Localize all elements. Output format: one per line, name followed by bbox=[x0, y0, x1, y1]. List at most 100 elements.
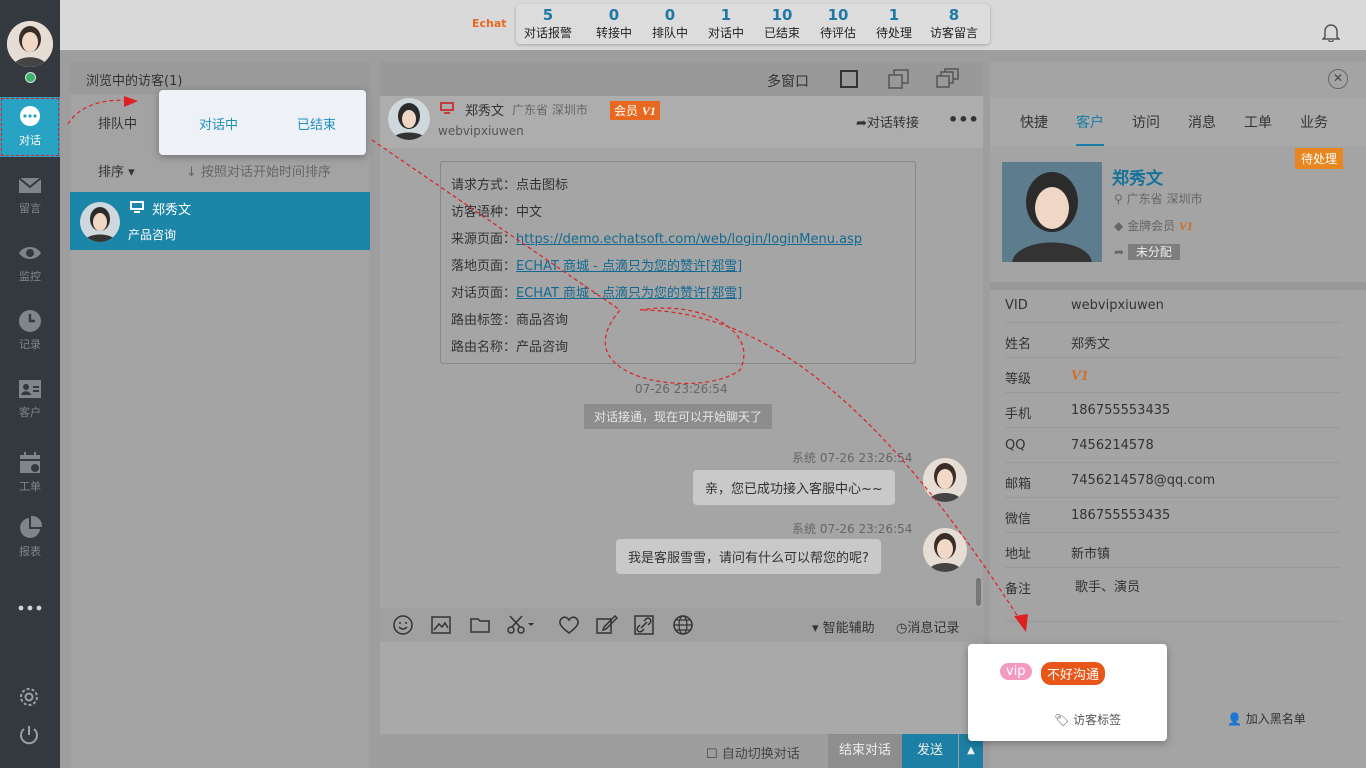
nav-report[interactable]: 报表 bbox=[0, 508, 60, 568]
stat-transferring[interactable]: 0 转接中 bbox=[586, 6, 642, 42]
visitor-tag-button[interactable]: 🏷 访客标签 bbox=[1054, 711, 1121, 728]
tab-quick[interactable]: 快捷 bbox=[1020, 112, 1048, 132]
nav-ticket[interactable]: 工单 bbox=[0, 443, 60, 503]
contact-card-icon bbox=[18, 377, 42, 401]
close-icon[interactable]: ✕ bbox=[1328, 69, 1348, 89]
settings-gear-icon[interactable] bbox=[18, 686, 40, 708]
envelope-icon bbox=[18, 173, 42, 197]
bell-icon[interactable] bbox=[1322, 22, 1340, 42]
message-input[interactable] bbox=[380, 642, 983, 734]
field-vid: VID webvipxiuwen bbox=[1005, 288, 1341, 323]
more-icon[interactable] bbox=[17, 600, 43, 616]
member-badge: 会员 V1 bbox=[610, 101, 660, 120]
chat-page-link[interactable]: ECHAT 商城 - 点滴只为您的赞许[郑雪] bbox=[516, 286, 742, 301]
folder-icon[interactable] bbox=[470, 615, 490, 635]
online-status-icon bbox=[25, 72, 36, 83]
eye-icon bbox=[18, 241, 42, 265]
nav-message[interactable]: 留言 bbox=[0, 165, 60, 225]
tab-chatting[interactable]: 对话中 bbox=[199, 114, 238, 133]
pending-badge: 待处理 bbox=[1295, 148, 1344, 169]
tab-business[interactable]: 业务 bbox=[1300, 112, 1328, 132]
nav-label: 监控 bbox=[19, 270, 41, 283]
chat-timestamp: 07-26 23:26:54 bbox=[635, 382, 728, 396]
field-email: 邮箱 7456214578@qq.com bbox=[1005, 463, 1341, 498]
sort-dropdown[interactable]: 排序 ▾ bbox=[98, 161, 135, 180]
field-address: 地址 新市镇 bbox=[1005, 533, 1341, 568]
diamond-icon: ◆ bbox=[1114, 219, 1124, 233]
stat-chatting[interactable]: 1 对话中 bbox=[698, 6, 754, 42]
power-icon[interactable] bbox=[18, 724, 40, 746]
customer-tabs: 快捷 客户 访问 消息 工单 业务 bbox=[990, 98, 1366, 146]
customer-assign: ➦ 未分配 bbox=[1114, 243, 1180, 260]
image-icon[interactable] bbox=[431, 615, 451, 635]
nav-monitor[interactable]: 监控 bbox=[0, 233, 60, 293]
tab-ticket[interactable]: 工单 bbox=[1244, 112, 1272, 132]
visitor-panel: 浏览中的访客(1) 排队中 排序 ▾ ↓ 按照对话开始时间排序 bbox=[70, 62, 370, 768]
message-bubble: 亲，您已成功接入客服中心~~ bbox=[693, 470, 895, 505]
field-wechat: 微信 186755553435 bbox=[1005, 498, 1341, 533]
link-icon[interactable] bbox=[634, 615, 654, 635]
multi-window-label[interactable]: 多窗口 bbox=[767, 71, 809, 91]
stat-messages[interactable]: 8 访客留言 bbox=[926, 6, 982, 42]
field-level: 等级 V1 bbox=[1005, 358, 1341, 393]
tag-vip[interactable]: vip bbox=[1000, 663, 1032, 680]
system-note: 对话接通，现在可以开始聊天了 bbox=[584, 404, 773, 429]
nav-customer[interactable]: 客户 bbox=[0, 369, 60, 429]
stat-alarm[interactable]: 5 对话报警 bbox=[520, 6, 576, 42]
tag-hard-to-communicate[interactable]: 不好沟通 bbox=[1041, 662, 1106, 685]
tab-message[interactable]: 消息 bbox=[1188, 112, 1216, 132]
nav-chat[interactable]: 对话 bbox=[0, 97, 60, 157]
pie-chart-icon bbox=[18, 516, 42, 540]
nav-label: 工单 bbox=[19, 480, 41, 493]
stat-ended[interactable]: 10 已结束 bbox=[754, 6, 810, 42]
agent-message-avatar bbox=[923, 528, 967, 572]
nav-label: 报表 bbox=[19, 545, 41, 558]
send-button[interactable]: 发送 bbox=[902, 734, 958, 768]
tab-ended[interactable]: 已结束 bbox=[297, 114, 336, 133]
customer-member: ◆ 金牌会员 V1 bbox=[1114, 219, 1193, 233]
heart-icon[interactable] bbox=[558, 615, 580, 635]
customer-location: ⚲ 广东省 深圳市 bbox=[1114, 192, 1203, 206]
info-row: 来源页面：https://demo.echatsoft.com/web/logi… bbox=[451, 232, 863, 247]
triple-window-icon[interactable] bbox=[936, 68, 960, 88]
chat-header: 郑秀文 广东省 深圳市 会员 V1 webvipxiuwen ➦对话转接 ••• bbox=[380, 96, 983, 148]
chat-scrollbar[interactable] bbox=[976, 578, 981, 606]
globe-icon[interactable] bbox=[673, 615, 693, 635]
nav-label: 客户 bbox=[19, 406, 41, 419]
visitor-list-item[interactable]: 郑秀文 产品咨询 bbox=[70, 192, 370, 250]
stat-queued[interactable]: 0 排队中 bbox=[642, 6, 698, 42]
nav-records[interactable]: 记录 bbox=[0, 301, 60, 361]
end-chat-button[interactable]: 结束对话 bbox=[828, 734, 902, 768]
transfer-chat-button[interactable]: ➦对话转接 bbox=[856, 112, 919, 131]
share-icon: ➦ bbox=[1114, 245, 1125, 259]
tab-queue[interactable]: 排队中 bbox=[98, 113, 137, 132]
stat-pending[interactable]: 1 待处理 bbox=[866, 6, 922, 42]
message-history-button[interactable]: ◷消息记录 bbox=[896, 617, 959, 636]
auto-switch-checkbox[interactable]: ☐ 自动切换对话 bbox=[706, 743, 800, 762]
source-page-link[interactable]: https://demo.echatsoft.com/web/login/log… bbox=[516, 232, 862, 247]
chat-window-bar: 多窗口 bbox=[380, 62, 983, 96]
visitor-tag-popup: vip 不好沟通 🏷 访客标签 bbox=[968, 644, 1167, 741]
smart-assist-toggle[interactable]: ▾ 智能辅助 bbox=[812, 617, 875, 636]
chat-visitor-name: 郑秀文 bbox=[465, 104, 505, 119]
single-window-icon[interactable] bbox=[840, 70, 858, 88]
tab-customer[interactable]: 客户 bbox=[1076, 112, 1104, 146]
edit-note-icon[interactable] bbox=[596, 615, 618, 635]
field-remark[interactable]: 备注 歌手、演员 bbox=[1005, 568, 1341, 622]
user-icon: 👤 bbox=[1227, 712, 1242, 726]
customer-name: 郑秀文 bbox=[1112, 169, 1163, 189]
more-options-icon[interactable]: ••• bbox=[948, 110, 979, 129]
tab-visit[interactable]: 访问 bbox=[1132, 112, 1160, 132]
scissors-icon[interactable] bbox=[506, 615, 536, 635]
stats-panel: 5 对话报警 0 转接中 0 排队中 1 对话中 10 已结束 10 待评估 1 待处理 8访… bbox=[516, 4, 990, 44]
chat-bottom-bar: ☐ 自动切换对话 结束对话 发送 ▲ bbox=[380, 734, 983, 768]
stat-to-evaluate[interactable]: 10 待评估 bbox=[810, 6, 866, 42]
message-meta: 系统 07-26 23:26:54 bbox=[792, 522, 913, 536]
landing-page-link[interactable]: ECHAT 商城 - 点滴只为您的赞许[郑雪] bbox=[516, 259, 742, 274]
add-blacklist-button[interactable]: 👤 加入黑名单 bbox=[1227, 710, 1306, 727]
double-window-icon[interactable] bbox=[888, 69, 910, 89]
emoji-icon[interactable] bbox=[393, 615, 413, 635]
agent-avatar[interactable] bbox=[7, 21, 53, 67]
agent-message-avatar bbox=[923, 458, 967, 502]
info-row: 落地页面：ECHAT 商城 - 点滴只为您的赞许[郑雪] bbox=[451, 259, 743, 274]
